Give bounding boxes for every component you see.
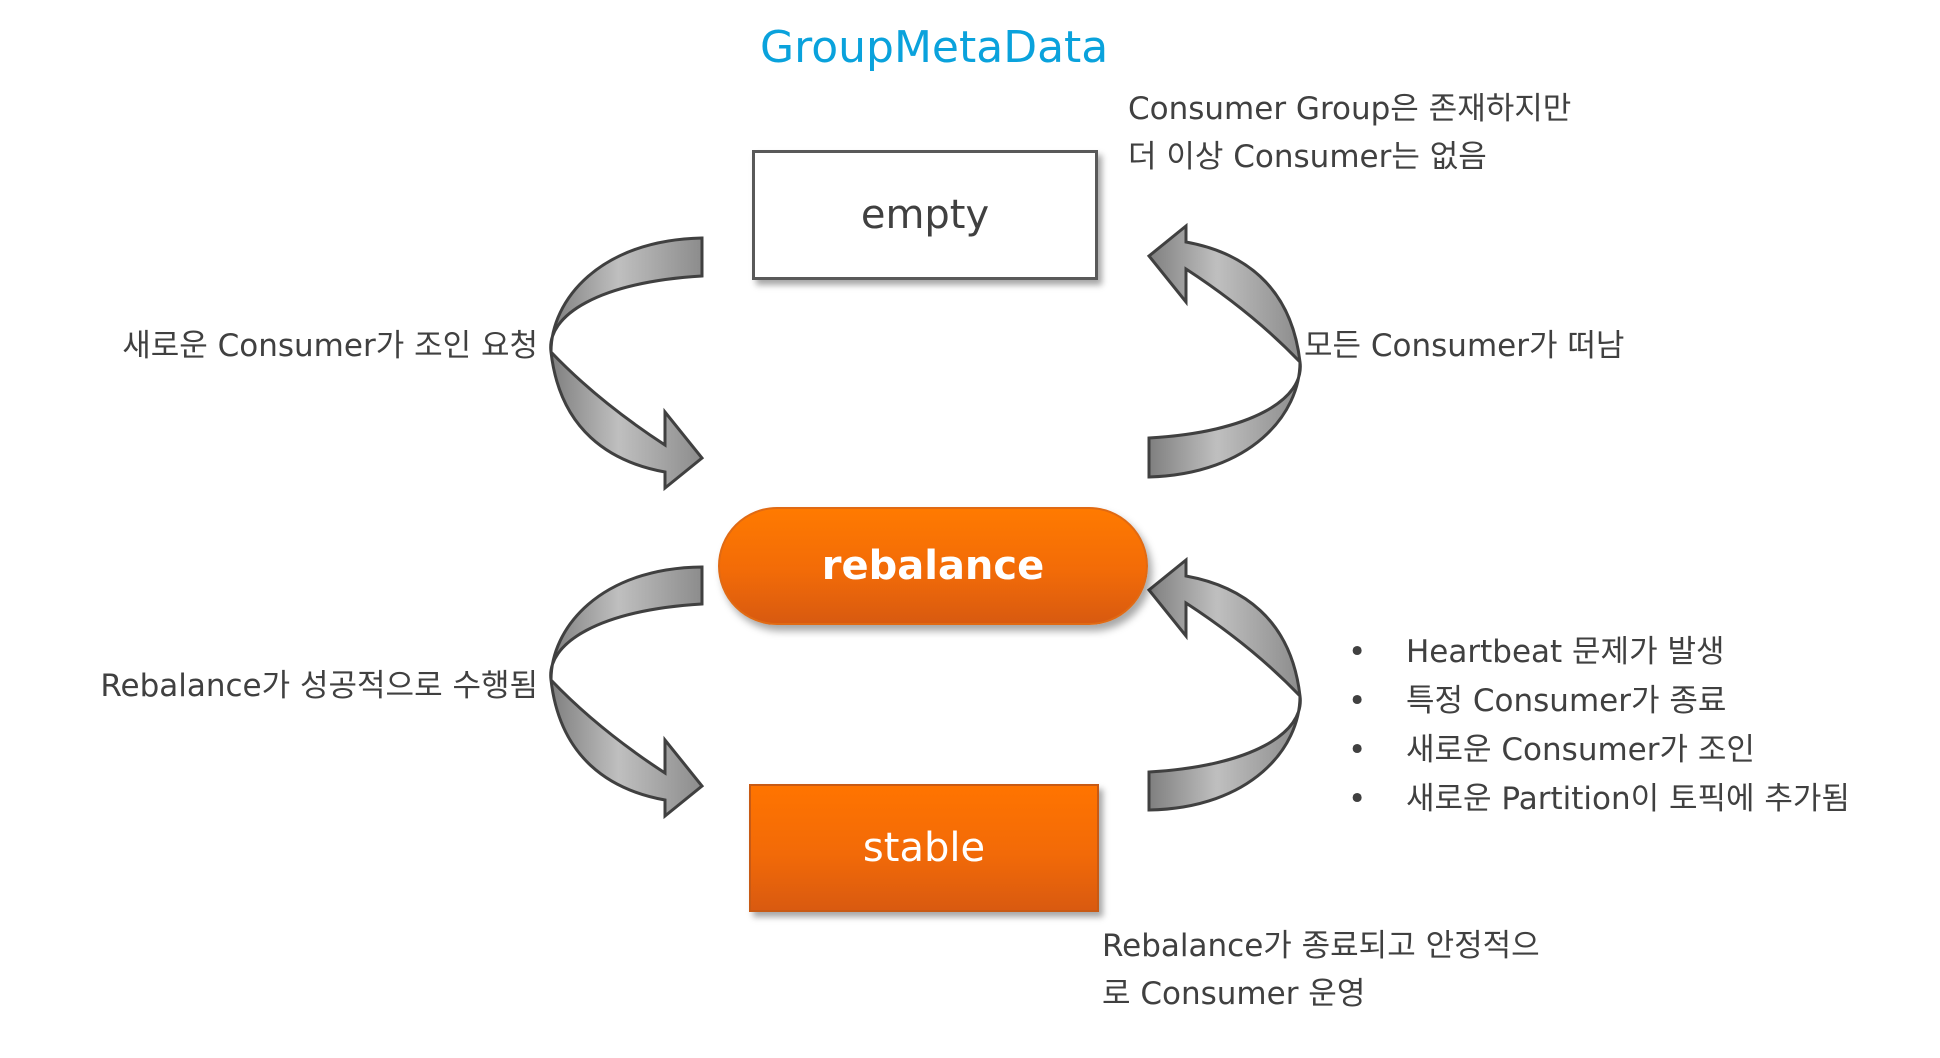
bullet-icon: • <box>1348 683 1367 719</box>
state-rebalance: rebalance <box>718 507 1148 625</box>
empty-description-line1: Consumer Group은 존재하지만 <box>1128 91 1572 127</box>
label-rebalance-to-empty: 모든 Consumer가 떠남 <box>1304 328 1625 364</box>
stable-description-line2: 로 Consumer 운영 <box>1102 976 1366 1012</box>
trigger-text: Heartbeat 문제가 발생 <box>1406 634 1725 670</box>
state-diagram: GroupMetaData empty rebalance stable Con… <box>0 0 1940 1058</box>
arrow-rebalance-to-stable <box>549 565 705 820</box>
arrow-empty-to-rebalance <box>549 236 705 492</box>
state-stable: stable <box>749 784 1099 912</box>
trigger-text: 특정 Consumer가 종료 <box>1406 683 1727 719</box>
stable-to-rebalance-triggers: • Heartbeat 문제가 발생 • 특정 Consumer가 종료 • 새… <box>1340 628 1850 824</box>
label-rebalance-to-stable: Rebalance가 성공적으로 수행됨 <box>100 668 538 704</box>
arrow-rebalance-to-empty <box>1146 222 1302 479</box>
stable-description-line1: Rebalance가 종료되고 안정적으 <box>1102 928 1540 964</box>
state-empty: empty <box>752 150 1098 280</box>
bullet-icon: • <box>1348 732 1367 768</box>
diagram-title: GroupMetaData <box>760 22 1109 73</box>
trigger-text: 새로운 Consumer가 조인 <box>1406 732 1755 768</box>
bullet-icon: • <box>1348 781 1367 817</box>
bullet-icon: • <box>1348 634 1367 670</box>
empty-description: Consumer Group은 존재하지만 더 이상 Consumer는 없음 <box>1128 85 1571 181</box>
trigger-text: 새로운 Partition이 토픽에 추가됨 <box>1406 781 1850 817</box>
trigger-item: • 새로운 Partition이 토픽에 추가됨 <box>1340 775 1850 824</box>
trigger-item: • 특정 Consumer가 종료 <box>1340 677 1850 726</box>
arrow-stable-to-rebalance <box>1146 556 1302 812</box>
empty-description-line2: 더 이상 Consumer는 없음 <box>1128 139 1487 175</box>
trigger-item: • 새로운 Consumer가 조인 <box>1340 726 1850 775</box>
trigger-item: • Heartbeat 문제가 발생 <box>1340 628 1850 677</box>
stable-description: Rebalance가 종료되고 안정적으 로 Consumer 운영 <box>1102 922 1540 1018</box>
label-empty-to-rebalance: 새로운 Consumer가 조인 요청 <box>122 328 538 364</box>
